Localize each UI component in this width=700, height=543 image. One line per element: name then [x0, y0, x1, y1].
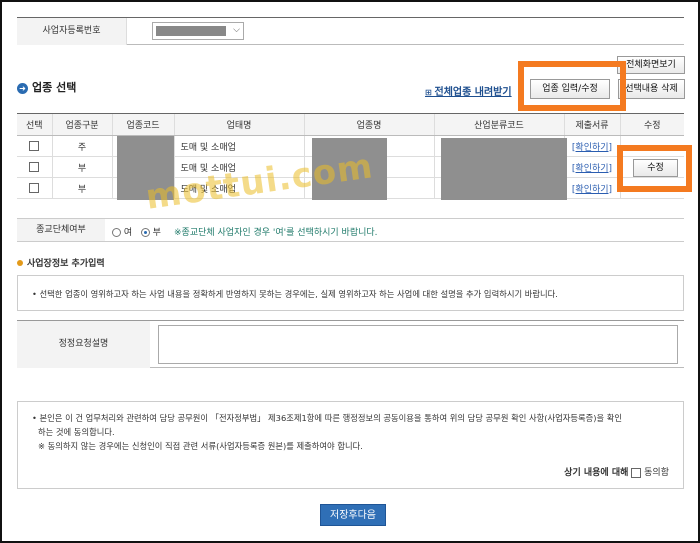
industry-title-text: 업종 선택: [32, 81, 77, 94]
bullet-icon: [17, 260, 23, 266]
row-checkbox[interactable]: [29, 140, 40, 151]
correction-label: 정정요청설명: [17, 321, 150, 368]
full-screen-button[interactable]: 전체화면보기: [617, 56, 685, 74]
religion-note: ※종교단체 사업자인 경우 '여'를 선택하시기 바랍니다.: [174, 228, 378, 238]
extra-desc-box: • 선택한 업종이 영위하고자 하는 사업 내용을 정확하게 반영하지 못하는 …: [17, 275, 684, 311]
business-number-row: 사업자등록번호 ⌵: [17, 17, 684, 45]
row-type: 주: [51, 135, 112, 157]
agree-row: 상기 내용에 대해 동의함: [564, 465, 669, 478]
row-type: 부: [51, 156, 112, 178]
agree-checkbox[interactable]: [631, 467, 642, 478]
row-checkbox[interactable]: [29, 161, 40, 172]
delete-selection-button[interactable]: 선택내용 삭제: [618, 79, 685, 99]
arrow-circle-icon: ➜: [17, 83, 28, 94]
row-doc-link[interactable]: [확인하기]: [563, 156, 620, 178]
col-header: 업태명: [173, 113, 304, 136]
chevron-down-icon: ⌵: [233, 25, 240, 35]
radio-yes-label: 여: [123, 228, 133, 238]
extra-title-text: 사업장정보 추가입력: [27, 259, 105, 269]
religion-label: 종교단체여부: [17, 219, 105, 241]
row-type: 부: [51, 177, 112, 199]
col-header: 산업분류코드: [433, 113, 564, 136]
row-checkbox[interactable]: [29, 182, 40, 193]
consent-line3: ※ 동의하지 않는 경우에는 신청인이 직접 관련 서류(사업자등록증 원본)를…: [38, 441, 363, 451]
extra-desc: • 선택한 업종이 영위하고자 하는 사업 내용을 정확하게 반영하지 못하는 …: [32, 289, 558, 299]
row-doc-link[interactable]: [확인하기]: [563, 177, 620, 199]
col-header: 선택: [17, 113, 52, 136]
row-business-type: 도매 및 소매업: [173, 135, 304, 157]
highlight-box: [617, 145, 692, 192]
religion-row: 종교단체여부 여 부 ※종교단체 사업자인 경우 '여'를 선택하시기 바랍니다…: [17, 218, 684, 242]
agree-label: 동의함: [644, 468, 669, 478]
col-header: 수정: [619, 113, 684, 136]
col-header: 업종구분: [51, 113, 112, 136]
radio-no[interactable]: [140, 228, 150, 237]
highlight-box: [518, 61, 626, 111]
extra-section-title: 사업장정보 추가입력: [17, 256, 105, 269]
consent-box: • 본인은 이 건 업무처리와 관련하여 담당 공무원이 「전자정부법」 제36…: [17, 401, 684, 489]
row-doc-link[interactable]: [확인하기]: [563, 135, 620, 157]
col-header: 업종코드: [111, 113, 174, 136]
col-header: 제출서류: [563, 113, 620, 136]
agree-prefix: 상기 내용에 대해: [564, 468, 629, 478]
radio-no-label: 부: [152, 228, 161, 238]
download-link-text: 전체업종 내려받기: [434, 87, 512, 98]
table-header-row: 선택 업종구분 업종코드 업태명 업종명 산업분류코드 제출서류 수정: [17, 113, 684, 136]
business-number-select[interactable]: ⌵: [152, 22, 244, 40]
radio-yes[interactable]: [112, 228, 121, 237]
masked-class-code: [441, 138, 567, 200]
col-header: 업종명: [303, 113, 434, 136]
religion-radio-group: 여 부: [112, 225, 161, 238]
industry-section-title: ➜ 업종 선택: [17, 79, 76, 95]
consent-line2: 하는 것에 동의합니다.: [38, 427, 115, 437]
business-number-label: 사업자등록번호: [17, 18, 127, 45]
download-icon: ⊞: [425, 88, 435, 97]
download-all-industries-link[interactable]: ⊞ 전체업종 내려받기: [425, 83, 512, 98]
save-next-button[interactable]: 저장후다음: [320, 504, 386, 526]
correction-row: 정정요청설명: [17, 320, 684, 368]
masked-value: [156, 26, 226, 36]
consent-line1: • 본인은 이 건 업무처리와 관련하여 담당 공무원이 「전자정부법」 제36…: [32, 413, 623, 423]
correction-textarea[interactable]: [158, 325, 678, 364]
